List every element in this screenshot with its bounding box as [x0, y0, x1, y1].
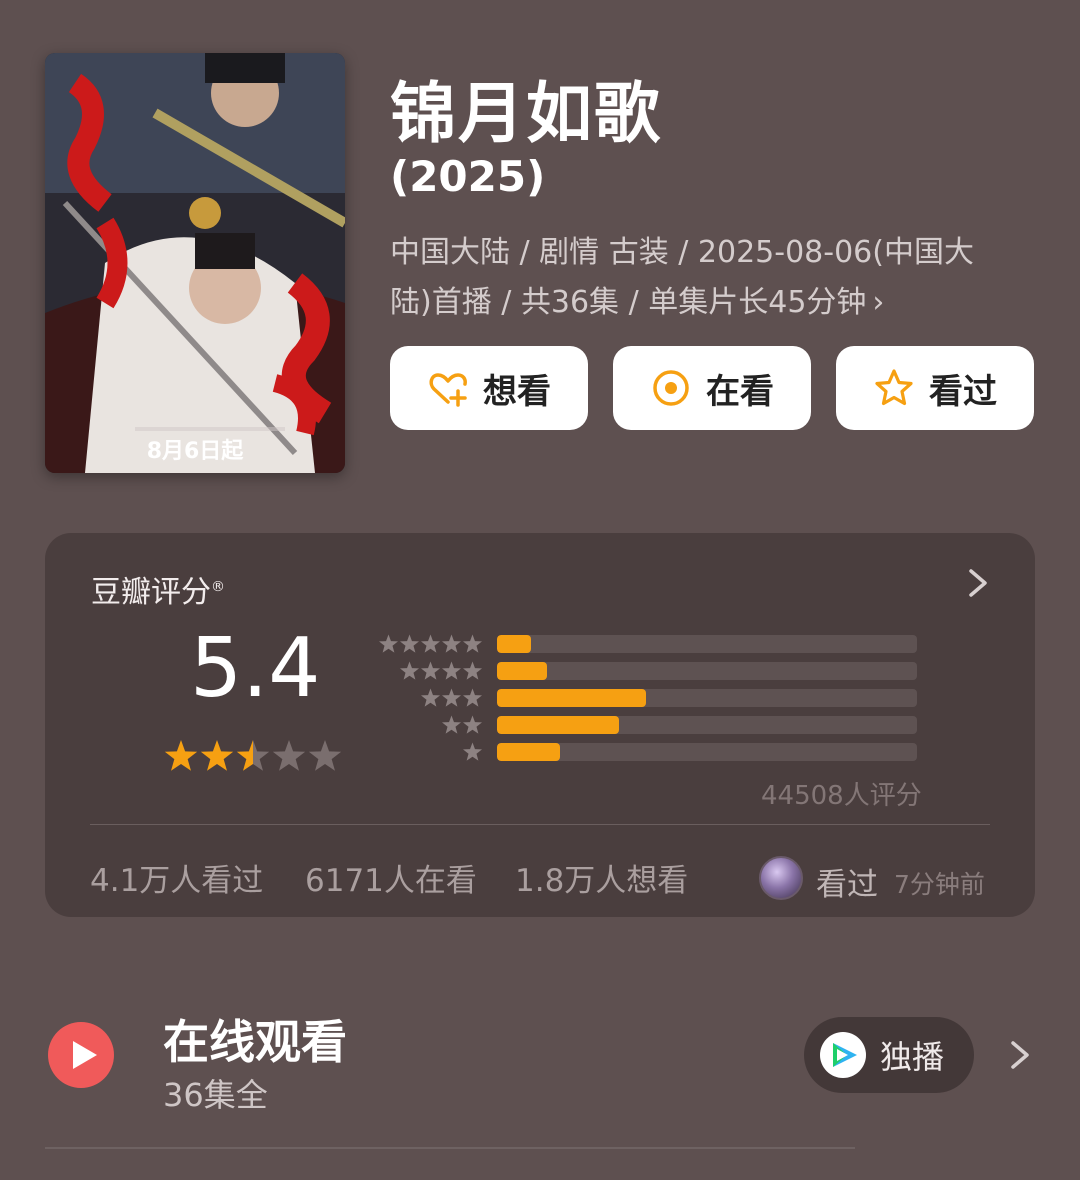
distribution-star-icon	[399, 661, 420, 680]
friend-status: 看过	[816, 867, 878, 903]
rating-star-icon	[164, 740, 198, 771]
meta-line-2: 陆)首播 / 共36集 / 单集片长45分钟	[390, 285, 867, 320]
distribution-star-icon	[462, 715, 483, 734]
distribution-star-icon	[441, 661, 462, 680]
meta-line-1: 中国大陆 / 剧情 古装 / 2025-08-06(中国大	[390, 235, 974, 270]
distribution-bar-track	[497, 689, 917, 707]
watching-label: 在看	[706, 371, 774, 412]
poster-date-text: 8月6日起	[146, 439, 244, 464]
distribution-star-icon	[378, 634, 399, 653]
meta-line-2-wrap: 陆)首播 / 共36集 / 单集片长45分钟 ›	[390, 278, 1030, 328]
distribution-bar-track	[497, 743, 917, 761]
distribution-star-icon	[462, 742, 483, 761]
watched-button[interactable]: 看过	[836, 346, 1034, 430]
distribution-star-icon	[462, 634, 483, 653]
distribution-bar-4	[497, 662, 547, 680]
exclusive-platform-button[interactable]: 独播	[804, 1017, 974, 1093]
rating-title-text: 豆瓣评分	[91, 575, 211, 610]
distribution-star-icon	[441, 715, 462, 734]
distribution-bar-track	[497, 716, 917, 734]
distribution-stars-3	[420, 688, 483, 707]
stat-want[interactable]: 1.8万人想看	[515, 855, 688, 900]
play-icon[interactable]	[48, 1022, 114, 1088]
show-meta[interactable]: 中国大陆 / 剧情 古装 / 2025-08-06(中国大 陆)首播 / 共36…	[390, 228, 1030, 328]
movie-detail-page: 8月6日起 锦月如歌 (2025) 中国大陆 / 剧情 古装 / 2025-08…	[0, 0, 1080, 1180]
rating-title: 豆瓣评分®	[91, 567, 225, 611]
rating-score: 5.4	[190, 621, 321, 716]
distribution-bar-3	[497, 689, 646, 707]
distribution-bar-1	[497, 743, 560, 761]
heart-plus-icon	[429, 373, 467, 407]
exclusive-label: 独播	[880, 1038, 945, 1076]
distribution-star-icon	[462, 688, 483, 707]
distribution-stars-5	[378, 634, 483, 653]
distribution-star-icon	[462, 661, 483, 680]
target-circle-icon	[653, 370, 689, 406]
rating-star-icon	[308, 740, 342, 771]
distribution-bar-track	[497, 635, 917, 653]
distribution-star-icon	[420, 688, 441, 707]
chevron-right-icon[interactable]	[965, 563, 991, 603]
show-year: (2025)	[390, 152, 546, 201]
chevron-right-icon: ›	[872, 285, 885, 320]
rating-count: 44508人评分	[761, 781, 922, 811]
distribution-star-icon	[441, 634, 462, 653]
divider	[45, 1147, 855, 1149]
rating-star-icon	[200, 740, 234, 771]
divider	[90, 824, 990, 825]
distribution-stars-4	[399, 661, 483, 680]
distribution-stars-1	[462, 742, 483, 761]
chevron-right-icon[interactable]	[1008, 1036, 1032, 1074]
avatar[interactable]	[759, 856, 803, 900]
poster-artwork	[45, 53, 345, 473]
distribution-star-icon	[399, 634, 420, 653]
distribution-stars-2	[441, 715, 483, 734]
distribution-star-icon	[420, 661, 441, 680]
watched-label: 看过	[929, 371, 997, 412]
friend-time: 7分钟前	[894, 870, 985, 899]
star-rating-display	[164, 740, 342, 771]
tencent-video-logo-icon	[820, 1032, 866, 1078]
distribution-star-icon	[441, 688, 462, 707]
stat-watching[interactable]: 6171人在看	[305, 855, 477, 900]
poster-image[interactable]: 8月6日起	[45, 53, 345, 473]
rating-star-icon	[272, 740, 306, 771]
online-watch-subtitle: 36集全	[163, 1076, 268, 1114]
rating-star-icon	[236, 740, 270, 771]
watching-button[interactable]: 在看	[613, 346, 811, 430]
distribution-bar-5	[497, 635, 531, 653]
distribution-bar-2	[497, 716, 619, 734]
distribution-bar-track	[497, 662, 917, 680]
rating-card[interactable]: 豆瓣评分® 5.4 44508人评分 4.1万人看过 6171人在看 1.8万人…	[45, 533, 1035, 917]
want-to-watch-label: 想看	[483, 371, 551, 412]
show-title: 锦月如歌	[390, 75, 662, 152]
star-outline-icon	[875, 369, 913, 406]
registered-mark: ®	[211, 579, 225, 595]
stat-watched[interactable]: 4.1万人看过	[90, 855, 263, 900]
distribution-star-icon	[420, 634, 441, 653]
online-watch-title[interactable]: 在线观看	[163, 1006, 347, 1072]
want-to-watch-button[interactable]: 想看	[390, 346, 588, 430]
